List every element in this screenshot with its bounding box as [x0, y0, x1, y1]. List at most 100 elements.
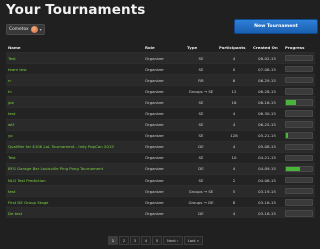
role-cell: Organizer — [143, 196, 185, 208]
type-cell: DE — [185, 140, 217, 153]
progress-bar — [285, 121, 313, 128]
progress-cell — [283, 162, 315, 175]
created-on-cell: 06-16-15 — [251, 96, 283, 108]
type-cell: SE — [185, 174, 217, 186]
tournament-name-link[interactable]: joe — [6, 96, 143, 108]
page-link-4[interactable]: 4 — [141, 236, 151, 245]
tournaments-table: Name Role Type Participants Created On P… — [6, 43, 315, 219]
progress-bar — [285, 176, 313, 184]
tournament-name-link[interactable]: team test — [6, 63, 143, 75]
tournament-name-link[interactable]: rr — [6, 74, 143, 86]
progress-bar-fill — [286, 133, 289, 138]
progress-cell — [283, 118, 315, 131]
user-name: Cometox — [9, 27, 29, 32]
table-row[interactable]: test Organizer Groups → SE 5 03-19-15 — [6, 185, 315, 197]
created-on-cell: 03-19-15 — [251, 185, 283, 197]
role-cell: Organizer — [143, 118, 185, 131]
column-header-role[interactable]: Role — [143, 43, 185, 53]
progress-bar — [285, 65, 313, 73]
last-page-link[interactable]: Last » — [183, 236, 204, 245]
progress-bar — [285, 154, 313, 162]
progress-cell — [283, 140, 315, 153]
column-header-name[interactable]: Name — [6, 43, 143, 53]
type-cell: SE — [185, 151, 217, 164]
participants-cell: 4 — [217, 118, 251, 131]
table-row[interactable]: wtf Organizer SE 4 06-25-15 — [6, 118, 315, 131]
tournament-name-link[interactable]: yo — [6, 129, 143, 142]
created-on-cell: 07-06-15 — [251, 63, 283, 75]
tournament-name-link[interactable]: wtf — [6, 118, 143, 131]
progress-cell — [283, 74, 315, 86]
participants-cell: 12 — [217, 85, 251, 97]
role-cell: Organizer — [143, 174, 185, 186]
role-cell: Organizer — [143, 140, 185, 153]
tournament-name-link[interactable]: hi — [6, 85, 143, 97]
table-row[interactable]: rr Organizer RR 6 06-29-15 — [6, 74, 315, 86]
tournament-name-link[interactable]: Qualifier for $10K LoL Tournament - Indy… — [6, 140, 143, 153]
avatar — [30, 26, 38, 33]
table-row[interactable]: De test Organizer DE 4 03-16-15 — [6, 207, 315, 219]
progress-cell — [283, 51, 315, 64]
role-cell: Organizer — [143, 51, 185, 64]
type-cell: SE — [185, 118, 217, 131]
tournament-name-link[interactable]: De test — [6, 207, 143, 219]
role-cell: Organizer — [143, 162, 185, 175]
participants-cell: 128 — [217, 129, 251, 142]
new-tournament-button[interactable]: New Tournament — [234, 19, 318, 34]
table-row[interactable]: Qualifier for $10K LoL Tournament - Indy… — [6, 140, 315, 153]
table-row[interactable]: Test Organizer SE 4 08-02-15 — [6, 51, 315, 64]
table-row[interactable]: NLG Test Prediction Organizer SE 2 04-06-15 — [6, 174, 315, 186]
tournament-name-link[interactable]: First DE Group Stage — [6, 196, 143, 208]
participants-cell: 6 — [217, 74, 251, 86]
role-cell: Organizer — [143, 207, 185, 219]
tournament-name-link[interactable]: test — [6, 185, 143, 197]
created-on-cell: 08-02-15 — [251, 51, 283, 64]
participants-cell: 4 — [217, 51, 251, 64]
user-menu[interactable]: Cometox ▾ — [6, 24, 45, 35]
progress-bar — [285, 99, 313, 106]
tournament-name-link[interactable]: test — [6, 107, 143, 120]
page-link-1[interactable]: 1 — [108, 236, 118, 245]
created-on-cell: 04-21-15 — [251, 151, 283, 164]
type-cell: Groups → DE — [185, 196, 217, 208]
page-title: Your Tournaments — [6, 2, 146, 18]
role-cell: Organizer — [143, 63, 185, 75]
progress-cell — [283, 151, 315, 164]
tournament-name-link[interactable]: BFG Garage Bar Louisville Ping Pong Tour… — [6, 162, 143, 175]
table-header-row: Name Role Type Participants Created On P… — [6, 43, 315, 53]
progress-bar-fill — [286, 166, 301, 172]
page-link-2[interactable]: 2 — [119, 236, 129, 245]
table-row[interactable]: Test Organizer SE 10 04-21-15 — [6, 151, 315, 164]
progress-cell — [283, 63, 315, 75]
table-row[interactable]: hi Organizer Groups → SE 12 06-28-15 — [6, 85, 315, 97]
progress-bar-fill — [286, 100, 297, 105]
column-header-participants[interactable]: Participants — [217, 43, 251, 53]
tournament-name-link[interactable]: Test — [6, 51, 143, 64]
progress-bar — [285, 88, 313, 95]
role-cell: Organizer — [143, 107, 185, 120]
table-row[interactable]: yo Organizer SE 128 05-21-15 — [6, 129, 315, 142]
next-page-link[interactable]: Next › — [163, 236, 183, 245]
page-link-5[interactable]: 5 — [152, 236, 162, 245]
table-row[interactable]: test Organizer SE 4 06-30-15 — [6, 107, 315, 120]
role-cell: Organizer — [143, 151, 185, 164]
created-on-cell: 05-21-15 — [251, 129, 283, 142]
created-on-cell: 03-16-15 — [251, 207, 283, 219]
table-row[interactable]: joe Organizer SE 16 06-16-15 — [6, 96, 315, 108]
type-cell: SE — [185, 96, 217, 108]
column-header-type[interactable]: Type — [185, 43, 217, 53]
participants-cell: 4 — [217, 107, 251, 120]
page-link-3[interactable]: 3 — [130, 236, 140, 245]
role-cell: Organizer — [143, 96, 185, 108]
type-cell: Groups → SE — [185, 85, 217, 97]
table-row[interactable]: team test Organizer SE 0 07-06-15 — [6, 63, 315, 75]
progress-cell — [283, 207, 315, 219]
tournament-name-link[interactable]: Test — [6, 151, 143, 164]
created-on-cell: 03-16-15 — [251, 196, 283, 208]
created-on-cell: 05-08-15 — [251, 140, 283, 153]
table-row[interactable]: First DE Group Stage Organizer Groups → DE… — [6, 196, 315, 208]
column-header-created-on[interactable]: Created On — [251, 43, 283, 53]
created-on-cell: 06-30-15 — [251, 107, 283, 120]
tournament-name-link[interactable]: NLG Test Prediction — [6, 174, 143, 186]
table-row[interactable]: BFG Garage Bar Louisville Ping Pong Tour… — [6, 162, 315, 175]
